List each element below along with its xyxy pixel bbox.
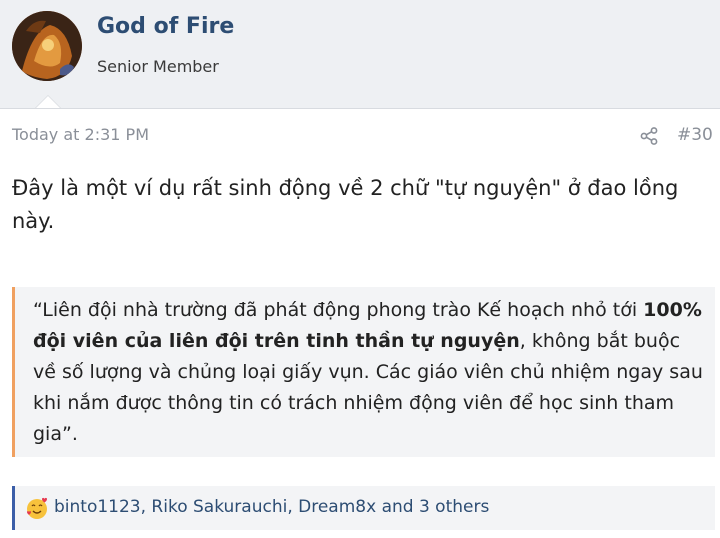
quote-block: “Liên đội nhà trường đã phát động phong … xyxy=(12,287,715,457)
post-body-text: Đây là một ví dụ rất sinh động về 2 chữ … xyxy=(12,176,679,233)
quote-text-part1: “Liên đội nhà trường đã phát động phong … xyxy=(33,299,644,321)
post-number-link[interactable]: #30 xyxy=(677,125,713,145)
share-icon[interactable] xyxy=(640,127,658,145)
quote-text: “Liên đội nhà trường đã phát động phong … xyxy=(33,295,703,450)
love-reaction-icon[interactable] xyxy=(25,496,49,520)
avatar-image xyxy=(12,11,82,81)
user-title: Senior Member xyxy=(97,57,219,76)
post-timestamp[interactable]: Today at 2:31 PM xyxy=(12,125,149,144)
reaction-users-link[interactable]: binto1123, Riko Sakurauchi, Dream8x and … xyxy=(54,497,489,517)
username[interactable]: God of Fire xyxy=(97,14,234,39)
header-pointer xyxy=(36,96,60,108)
avatar[interactable] xyxy=(12,11,82,81)
post-user-header: God of Fire Senior Member xyxy=(0,0,720,109)
reactions-bar: binto1123, Riko Sakurauchi, Dream8x and … xyxy=(12,486,715,530)
